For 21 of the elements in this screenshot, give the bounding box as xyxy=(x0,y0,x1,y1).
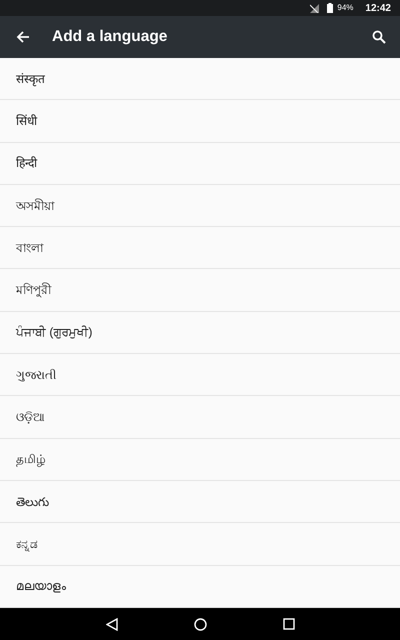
no-signal-icon xyxy=(310,4,320,12)
back-nav-button[interactable] xyxy=(104,616,120,632)
language-item[interactable]: ಕನ್ನಡ xyxy=(0,523,400,566)
language-item[interactable]: हिन्दी xyxy=(0,142,400,185)
search-button[interactable] xyxy=(370,28,388,46)
language-item[interactable]: ਪੰਜਾਬੀ (ਗੁਰਮੁਖੀ) xyxy=(0,312,400,354)
home-button[interactable] xyxy=(192,616,208,632)
page-title: Add a language xyxy=(52,27,168,48)
language-item[interactable]: संस्कृत xyxy=(0,58,400,100)
language-item[interactable]: ଓଡ଼ିଆ xyxy=(0,396,400,439)
battery-icon xyxy=(327,3,334,13)
language-item[interactable]: सिंधी xyxy=(0,100,400,143)
clock-time: 12:42 xyxy=(365,2,391,16)
recents-button[interactable] xyxy=(280,616,296,632)
language-item[interactable]: মণিপুরী xyxy=(0,269,400,312)
language-item[interactable]: తెలుగు xyxy=(0,480,400,524)
language-item[interactable]: অসমীয়া xyxy=(0,184,400,228)
language-item[interactable]: தமிழ் xyxy=(0,438,400,481)
battery-percent: 94% xyxy=(337,2,354,14)
language-item[interactable]: ગુજરાતી xyxy=(0,354,400,396)
language-item[interactable]: বাংলা xyxy=(0,227,400,270)
